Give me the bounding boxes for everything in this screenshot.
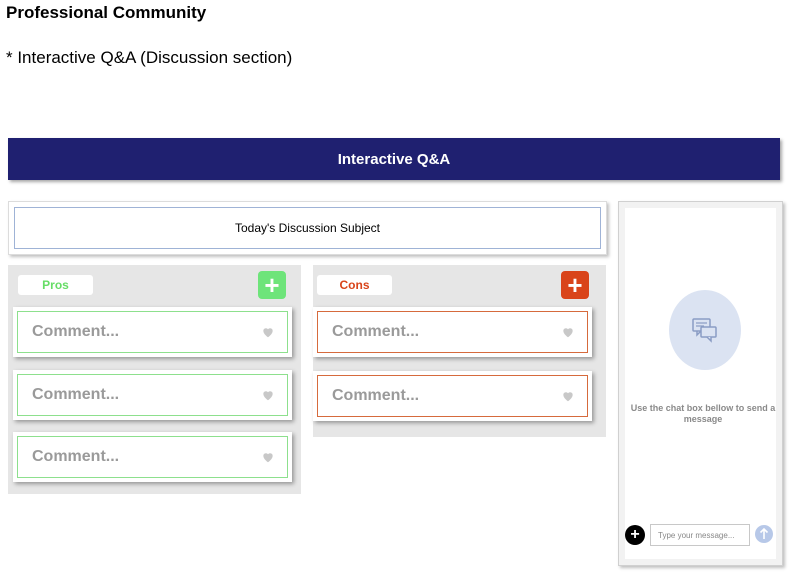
comment-text: Comment... <box>32 386 120 403</box>
discussion-subject-card: Today's Discussion Subject <box>8 201 607 255</box>
heart-icon[interactable] <box>561 325 575 339</box>
chat-placeholder <box>669 290 741 370</box>
chat-message-input[interactable] <box>650 524 750 546</box>
cons-comment-card[interactable]: Comment... <box>313 371 592 421</box>
cons-tag: Cons <box>317 275 392 295</box>
comment-text: Comment... <box>32 323 120 340</box>
page-subtitle: * Interactive Q&A (Discussion section) <box>6 48 293 67</box>
cons-comment-card[interactable]: Comment... <box>313 307 592 357</box>
plus-icon: + <box>264 270 280 300</box>
chat-send-button[interactable] <box>755 525 773 543</box>
heart-icon[interactable] <box>261 325 275 339</box>
plus-icon: + <box>567 270 583 300</box>
add-pros-button[interactable]: + <box>258 271 286 299</box>
heart-icon[interactable] <box>561 389 575 403</box>
page-title: Professional Community <box>6 3 207 22</box>
pros-tag: Pros <box>18 275 93 295</box>
cons-column: Cons + Comment... Comment... <box>313 265 606 437</box>
pros-comment-card[interactable]: Comment... <box>13 307 292 357</box>
chat-attach-button[interactable]: + <box>625 525 645 545</box>
heart-icon[interactable] <box>261 450 275 464</box>
add-cons-button[interactable]: + <box>561 271 589 299</box>
arrow-up-icon <box>759 528 769 539</box>
comment-text: Comment... <box>32 448 120 465</box>
chat-bubbles-icon <box>692 318 717 343</box>
banner-title: Interactive Q&A <box>337 150 451 168</box>
chat-area: Use the chat box bellow to send a messag… <box>625 208 776 559</box>
heart-icon[interactable] <box>261 388 275 402</box>
plus-icon: + <box>630 526 640 543</box>
pros-comment-card[interactable]: Comment... <box>13 432 292 482</box>
discussion-subject[interactable]: Today's Discussion Subject <box>14 207 601 249</box>
discussion-subject-label: Today's Discussion Subject <box>234 221 381 235</box>
chat-panel: Use the chat box bellow to send a messag… <box>618 201 783 566</box>
pros-column: Pros + Comment... Comment... Comment... <box>8 265 301 494</box>
chat-hint: Use the chat box bellow to send a messag… <box>630 403 776 424</box>
comment-text: Comment... <box>332 323 420 340</box>
qa-banner: Interactive Q&A <box>8 138 780 180</box>
pros-comment-card[interactable]: Comment... <box>13 370 292 420</box>
comment-text: Comment... <box>332 387 420 404</box>
